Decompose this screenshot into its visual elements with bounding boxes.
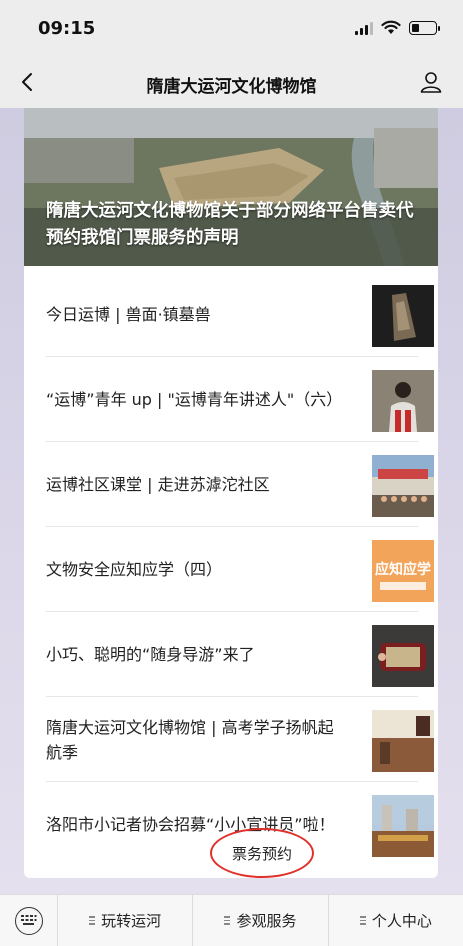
article-thumbnail xyxy=(372,285,434,347)
article-thumbnail: 应知应学 xyxy=(372,540,434,602)
hero-article[interactable]: 隋唐大运河文化博物馆关于部分网络平台售卖代预约我馆门票服务的声明 xyxy=(24,108,438,266)
hero-title: 隋唐大运河文化博物馆关于部分网络平台售卖代预约我馆门票服务的声明 xyxy=(46,201,414,248)
article-title: 隋唐大运河文化博物馆 | 高考学子扬帆起航季 xyxy=(46,717,334,762)
menu-item-label: 参观服务 xyxy=(236,912,297,930)
menu-icon xyxy=(224,916,231,925)
wifi-icon xyxy=(381,20,401,34)
cellular-signal-icon xyxy=(355,21,373,35)
article-thumbnail xyxy=(372,710,434,772)
article-thumbnail xyxy=(372,625,434,687)
menu-item-explore-canal[interactable]: 玩转运河 xyxy=(58,895,194,946)
bottom-menu-bar: 玩转运河 参观服务 个人中心 xyxy=(0,894,463,946)
article-title: 运博社区课堂 | 走进苏滹沱社区 xyxy=(46,475,270,494)
ticket-booking-button[interactable]: 票务预约 xyxy=(210,828,314,878)
article-thumbnail xyxy=(372,370,434,432)
article-title: 文物安全应知应学（四） xyxy=(46,560,223,579)
article-thumbnail xyxy=(372,795,434,857)
profile-icon[interactable] xyxy=(419,70,443,94)
menu-icon xyxy=(359,916,366,925)
keyboard-icon xyxy=(15,907,43,935)
status-bar: 09:15 xyxy=(0,0,463,58)
nav-bar: 隋唐大运河文化博物馆 xyxy=(0,58,463,108)
article-item[interactable]: 文物安全应知应学（四） 应知应学 xyxy=(46,527,434,612)
article-card: 隋唐大运河文化博物馆关于部分网络平台售卖代预约我馆门票服务的声明 今日运博 | … xyxy=(24,108,438,878)
article-item[interactable]: “运博”青年 up | "运博青年讲述人"（六） xyxy=(46,357,434,442)
menu-item-personal-center[interactable]: 个人中心 xyxy=(329,895,463,946)
article-thumbnail xyxy=(372,455,434,517)
menu-item-label: 玩转运河 xyxy=(101,912,162,930)
menu-icon xyxy=(89,916,96,925)
status-time: 09:15 xyxy=(38,18,96,39)
article-item[interactable]: 今日运博 | 兽面·镇墓兽 xyxy=(46,272,434,357)
keyboard-toggle-button[interactable] xyxy=(0,895,58,946)
status-icons xyxy=(355,20,440,35)
article-title: 今日运博 | 兽面·镇墓兽 xyxy=(46,305,211,324)
article-title: 小巧、聪明的“随身导游”来了 xyxy=(46,645,255,664)
menu-item-label: 个人中心 xyxy=(371,912,432,930)
article-item[interactable]: 小巧、聪明的“随身导游”来了 xyxy=(46,612,434,697)
menu-item-visit-services[interactable]: 参观服务 xyxy=(193,895,329,946)
ticket-booking-label: 票务预约 xyxy=(231,844,292,863)
thumbnail-text: 应知应学 xyxy=(375,561,431,578)
article-title: “运博”青年 up | "运博青年讲述人"（六） xyxy=(46,390,343,409)
page-title: 隋唐大运河文化博物馆 xyxy=(146,77,317,97)
article-item[interactable]: 运博社区课堂 | 走进苏滹沱社区 xyxy=(46,442,434,527)
article-item[interactable]: 隋唐大运河文化博物馆 | 高考学子扬帆起航季 xyxy=(46,697,434,782)
battery-icon xyxy=(409,20,440,35)
